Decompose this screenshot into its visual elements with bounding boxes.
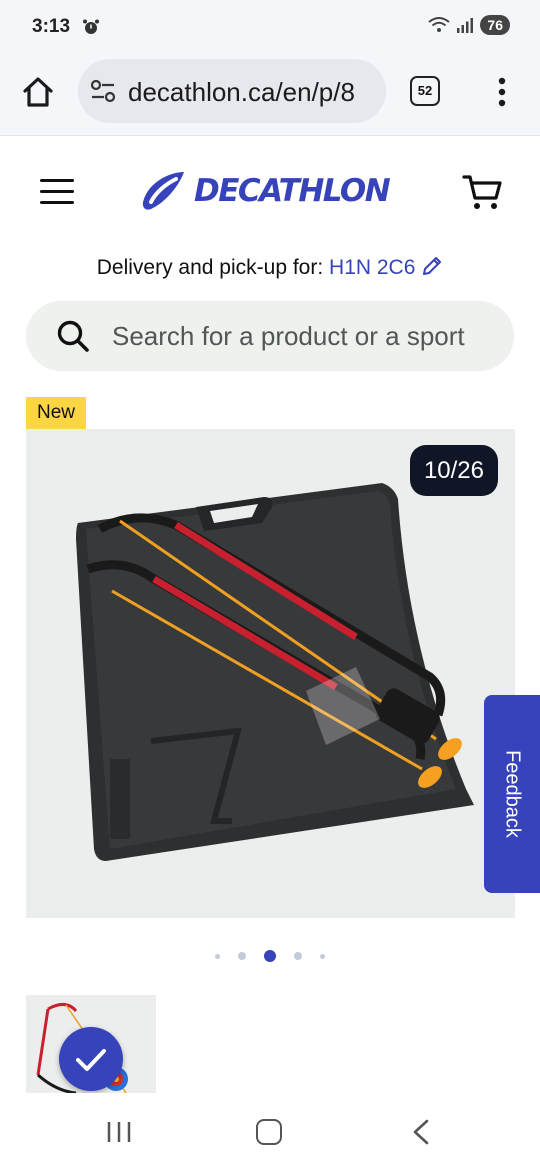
- status-time: 3:13: [32, 16, 71, 37]
- logo-mark-icon: [142, 172, 184, 210]
- delivery-label: Delivery and pick-up for:: [96, 256, 324, 279]
- back-icon[interactable]: [410, 1119, 432, 1145]
- delivery-location[interactable]: Delivery and pick-up for: H1N 2C6: [0, 255, 540, 280]
- carousel-dot-active[interactable]: [264, 950, 276, 962]
- signal-icon: [457, 18, 474, 33]
- home-icon[interactable]: [20, 74, 56, 110]
- postal-code[interactable]: H1N 2C6: [329, 256, 415, 279]
- status-indicators: 76: [428, 15, 510, 35]
- status-bar: 3:13 76: [0, 0, 540, 56]
- carousel-dot[interactable]: [320, 953, 325, 959]
- search-icon: [57, 320, 89, 352]
- battery-icon: 76: [480, 15, 510, 35]
- selected-check-icon[interactable]: [59, 1027, 123, 1091]
- product-image-gallery[interactable]: 10/26: [26, 429, 515, 918]
- search-input[interactable]: [112, 301, 507, 371]
- image-counter: 10/26: [409, 445, 498, 496]
- decathlon-logo[interactable]: DECATHLON: [140, 170, 391, 212]
- more-vert-icon[interactable]: [492, 76, 512, 108]
- feedback-button[interactable]: Feedback: [484, 695, 540, 893]
- pencil-icon[interactable]: [421, 255, 443, 277]
- search-bar[interactable]: [26, 301, 514, 371]
- carousel-dots: [0, 948, 540, 964]
- cart-icon[interactable]: [462, 173, 502, 211]
- wifi-icon: [428, 17, 451, 32]
- feedback-label: Feedback: [501, 750, 524, 838]
- system-nav-bar: [0, 1093, 540, 1170]
- browser-toolbar: decathlon.ca/en/p/8 52: [0, 56, 540, 136]
- alarm-icon: [83, 19, 99, 34]
- product-image: [76, 483, 474, 861]
- logo-text: DECATHLON: [194, 173, 391, 209]
- tabs-button[interactable]: 52: [410, 76, 440, 106]
- recent-apps-icon[interactable]: [106, 1121, 132, 1143]
- carousel-dot[interactable]: [238, 952, 246, 960]
- carousel-dot[interactable]: [215, 953, 220, 959]
- hamburger-menu-icon[interactable]: [40, 179, 74, 205]
- address-bar[interactable]: decathlon.ca/en/p/8: [78, 59, 386, 123]
- carousel-dot[interactable]: [294, 952, 302, 960]
- url-text: decathlon.ca/en/p/8: [128, 77, 355, 107]
- site-settings-icon[interactable]: [90, 79, 116, 103]
- home-nav-icon[interactable]: [256, 1119, 282, 1145]
- new-badge: New: [26, 397, 87, 429]
- site-header: DECATHLON: [0, 137, 540, 247]
